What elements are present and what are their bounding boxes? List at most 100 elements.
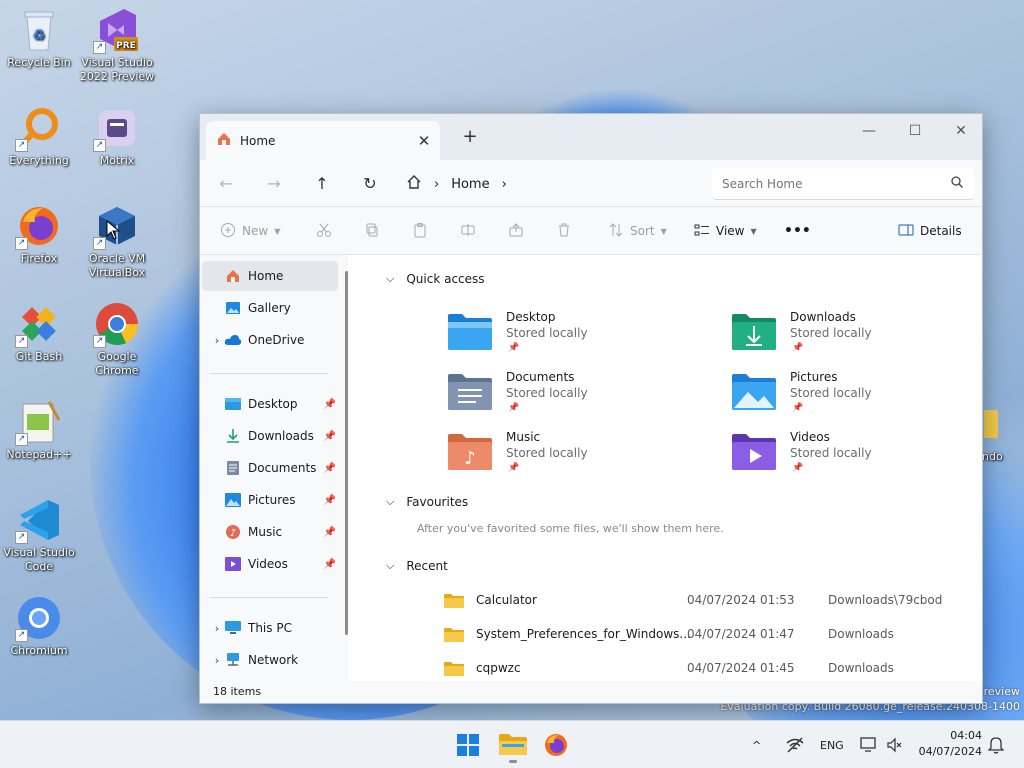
sidebar-item-onedrive[interactable]: › OneDrive <box>202 325 338 355</box>
maximize-button[interactable]: ☐ <box>892 118 938 146</box>
share-button[interactable] <box>508 217 524 245</box>
desktop-icon-recycle-bin[interactable]: ♻ Recycle Bin <box>0 6 78 70</box>
home-outline-icon[interactable] <box>406 174 422 194</box>
refresh-button[interactable]: ↻ <box>356 171 384 197</box>
display-icon[interactable] <box>860 721 878 768</box>
cut-button[interactable] <box>316 217 332 245</box>
rename-button[interactable] <box>460 217 476 245</box>
desktop-icon-notepad-plus-plus[interactable]: ↗ Notepad++ <box>0 398 78 462</box>
taskbar-firefox-button[interactable] <box>544 733 568 757</box>
up-button[interactable]: ↑ <box>308 171 336 197</box>
pin-icon[interactable]: 📌 <box>324 399 336 410</box>
start-button[interactable] <box>456 733 480 757</box>
quick-access-videos[interactable]: Videos Stored locally 📌 <box>732 430 972 486</box>
git-bash-icon: ↗ <box>15 300 63 348</box>
desktop-icon-chromium[interactable]: ↗ Chromium <box>0 594 78 658</box>
recent-row[interactable]: Calculator 04/07/2024 01:53 Downloads\79… <box>444 586 944 616</box>
taskbar-file-explorer-button[interactable] <box>498 729 528 763</box>
recent-item-name: System_Preferences_for_Windows... <box>476 627 691 641</box>
breadcrumb[interactable]: › Home › <box>406 170 507 198</box>
chevron-down-icon[interactable]: ⌵ <box>386 495 394 509</box>
chevron-right-icon[interactable]: › <box>210 654 224 667</box>
chevron-down-icon[interactable]: ⌵ <box>386 559 394 573</box>
desktop-icon-firefox[interactable]: ↗ Firefox <box>0 202 78 266</box>
clock[interactable]: 04:04 04/07/2024 <box>914 728 982 760</box>
details-label: Details <box>920 224 962 238</box>
desktop-icon-motrix[interactable]: ↗ Motrix <box>78 104 156 168</box>
shortcut-arrow-icon: ↗ <box>15 335 28 348</box>
notification-bell-icon[interactable] <box>988 721 1004 768</box>
quick-access-music[interactable]: ♪ Music Stored locally 📌 <box>448 430 688 486</box>
pin-icon[interactable]: 📌 <box>324 495 336 506</box>
section-title: Quick access <box>406 272 485 286</box>
recent-row[interactable]: System_Preferences_for_Windows... 04/07/… <box>444 620 944 650</box>
desktop-icon-vscode[interactable]: ↗ Visual Studio Code <box>0 496 78 574</box>
more-options-button[interactable]: ••• <box>784 217 811 245</box>
quick-access-header[interactable]: ⌵ Quick access <box>386 272 485 286</box>
volume-muted-icon[interactable] <box>886 721 902 768</box>
pin-icon[interactable]: 📌 <box>324 463 336 474</box>
sidebar-scrollbar[interactable] <box>345 271 348 635</box>
sidebar-item-desktop[interactable]: Desktop 📌 <box>202 389 338 419</box>
new-tab-button[interactable]: + <box>458 126 482 147</box>
back-button[interactable]: ← <box>212 171 240 197</box>
pin-icon[interactable]: 📌 <box>324 527 336 538</box>
tab-close-button[interactable]: ✕ <box>412 132 436 150</box>
details-pane-button[interactable]: Details <box>898 217 962 245</box>
desktop-icon-visual-studio[interactable]: PRE ↗ Visual Studio 2022 Preview <box>78 6 156 84</box>
search-box[interactable] <box>712 168 974 200</box>
show-hidden-icons-button[interactable]: ^ <box>752 721 761 768</box>
desktop-icon-git-bash[interactable]: ↗ Git Bash <box>0 300 78 364</box>
shortcut-arrow-icon: ↗ <box>15 139 28 152</box>
pin-icon[interactable]: 📌 <box>324 559 336 570</box>
favourites-header[interactable]: ⌵ Favourites <box>386 495 468 509</box>
view-button[interactable]: View ▼ <box>694 217 757 245</box>
new-button[interactable]: New ▼ <box>220 217 280 245</box>
chevron-right-icon[interactable]: › <box>210 622 224 635</box>
quick-access-pictures[interactable]: Pictures Stored locally 📌 <box>732 370 972 426</box>
breadcrumb-home[interactable]: Home <box>451 177 489 192</box>
quick-access-downloads[interactable]: Downloads Stored locally 📌 <box>732 310 972 366</box>
search-input[interactable] <box>722 176 950 191</box>
sidebar-item-music[interactable]: ♪ Music 📌 <box>202 517 338 547</box>
tile-status: Stored locally <box>506 446 588 460</box>
sidebar-item-documents[interactable]: Documents 📌 <box>202 453 338 483</box>
title-bar[interactable]: Home ✕ + — ☐ ✕ <box>200 114 982 160</box>
sidebar-item-downloads[interactable]: Downloads 📌 <box>202 421 338 451</box>
tab-home[interactable]: Home ✕ <box>206 121 440 160</box>
recent-row[interactable]: cqpwzc 04/07/2024 01:45 Downloads <box>444 654 944 684</box>
breadcrumb-separator[interactable]: › <box>434 177 439 192</box>
language-indicator[interactable]: ENG <box>820 721 844 768</box>
sidebar-item-gallery[interactable]: Gallery <box>202 293 338 323</box>
recent-item-name: cqpwzc <box>476 661 521 675</box>
pin-icon: 📌 <box>508 463 520 473</box>
forward-button[interactable]: → <box>260 171 288 197</box>
desktop-icon-everything[interactable]: ↗ Everything <box>0 104 78 168</box>
desktop-icon-partial[interactable]: ndo <box>982 410 1024 466</box>
quick-access-desktop[interactable]: Desktop Stored locally 📌 <box>448 310 688 366</box>
sidebar-item-home[interactable]: Home <box>202 261 338 291</box>
share-icon <box>508 222 524 241</box>
quick-access-documents[interactable]: Documents Stored locally 📌 <box>448 370 688 426</box>
sidebar-item-network[interactable]: › Network <box>202 645 338 675</box>
close-button[interactable]: ✕ <box>938 118 984 146</box>
pin-icon[interactable]: 📌 <box>324 431 336 442</box>
chevron-down-icon: ▼ <box>750 226 757 236</box>
shortcut-arrow-icon: ↗ <box>15 531 28 544</box>
sidebar-item-pictures[interactable]: Pictures 📌 <box>202 485 338 515</box>
paste-button[interactable] <box>412 217 428 245</box>
desktop-icon-chrome[interactable]: ↗ Google Chrome <box>78 300 156 378</box>
breadcrumb-separator[interactable]: › <box>502 177 507 192</box>
sort-button[interactable]: Sort ▼ <box>608 217 667 245</box>
minimize-button[interactable]: — <box>846 118 892 146</box>
sidebar-item-this-pc[interactable]: › This PC <box>202 613 338 643</box>
recent-item-name: Calculator <box>476 593 537 607</box>
chevron-right-icon[interactable]: › <box>210 334 224 347</box>
delete-button[interactable] <box>556 217 572 245</box>
search-icon[interactable] <box>950 175 964 192</box>
network-disconnected-icon[interactable] <box>786 721 804 768</box>
chevron-down-icon[interactable]: ⌵ <box>386 272 394 286</box>
copy-button[interactable] <box>364 217 380 245</box>
sidebar-item-videos[interactable]: Videos 📌 <box>202 549 338 579</box>
recent-header[interactable]: ⌵ Recent <box>386 559 448 573</box>
